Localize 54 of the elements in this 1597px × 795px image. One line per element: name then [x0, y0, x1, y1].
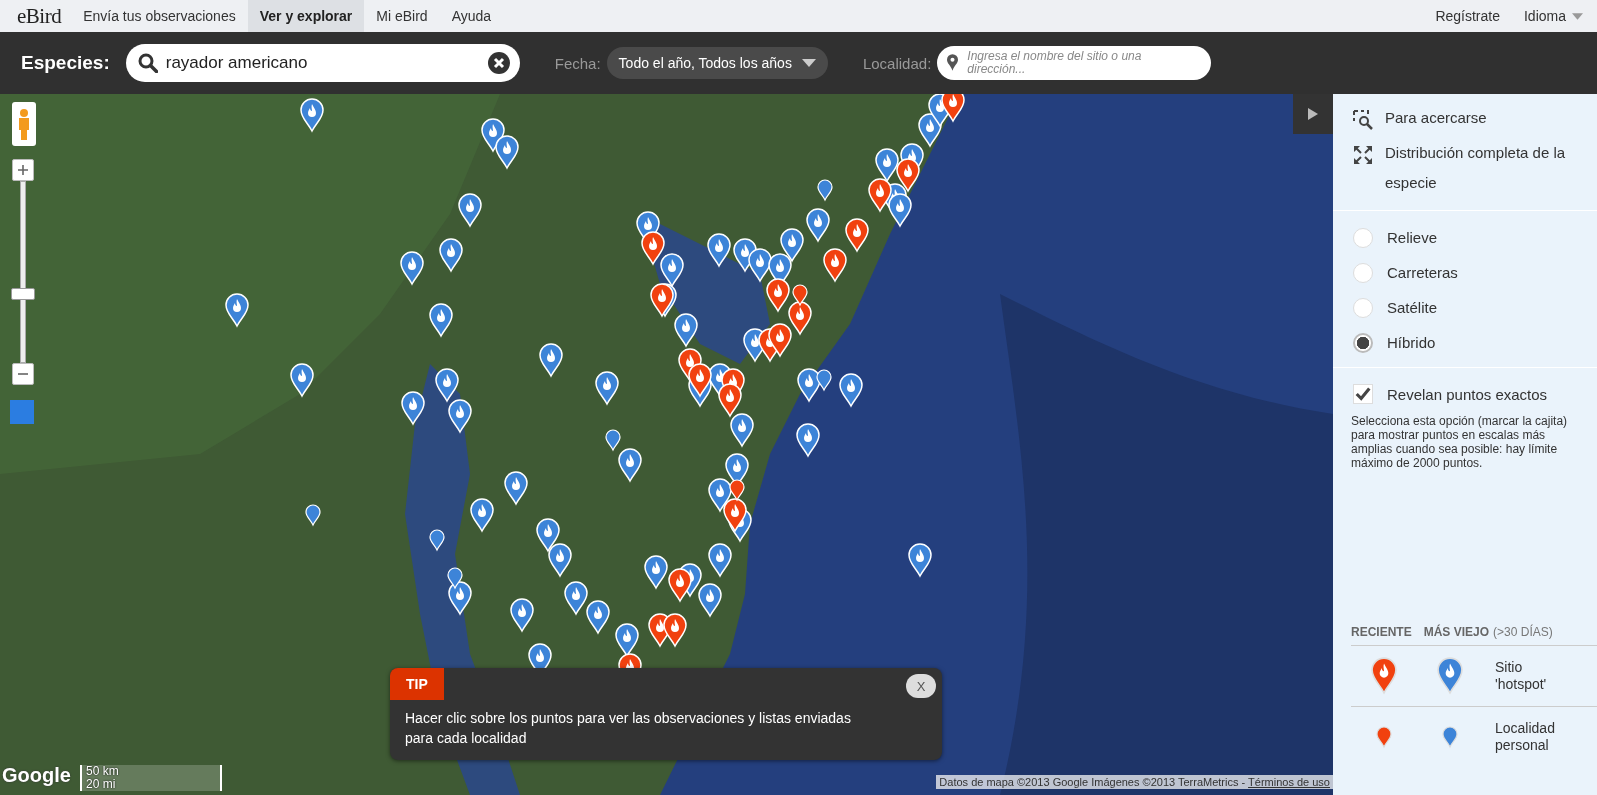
legend-heading: MÁS VIEJO: [1423, 625, 1490, 639]
tip-text: Hacer clic sobre los puntos para ver las observaciones y listas enviadas para cada localidad: [405, 709, 852, 748]
plus-icon: [18, 165, 28, 175]
scale-label: 20 mi: [86, 778, 117, 791]
tool-link[interactable]: Distribución completa de la especie: [1385, 138, 1567, 198]
language-dropdown[interactable]: Idioma: [1511, 0, 1597, 32]
date-dropdown[interactable]: Todo el año, Todos los años: [606, 47, 828, 79]
exact-points-option[interactable]: Revelan puntos exactos: [1353, 384, 1583, 404]
scale-label: 50 km: [86, 765, 120, 778]
older-hotspot-pin-icon: [1437, 656, 1463, 696]
map-type-option[interactable]: Relieve: [1353, 225, 1567, 250]
google-logo[interactable]: Google: [2, 764, 71, 787]
expand-icon[interactable]: [1353, 145, 1373, 165]
radio-button[interactable]: [1353, 332, 1373, 353]
map-attribution: Datos de mapa ©2013 Google Imágenes ©2013 TerraMetrics -: [939, 776, 1247, 788]
collapse-panel-button[interactable]: [1293, 94, 1333, 134]
checkbox[interactable]: [1353, 384, 1373, 404]
map-type-option[interactable]: Híbrido: [1353, 330, 1567, 355]
nav-tab[interactable]: Ayuda: [439, 0, 504, 32]
recent-location-pin-icon: [1376, 725, 1392, 749]
ebird-logo[interactable]: eBird: [0, 0, 72, 32]
zoom-area-icon[interactable]: [1353, 110, 1373, 130]
recent-hotspot-pin-icon: [1371, 656, 1397, 696]
register-link[interactable]: Regístrate: [1423, 0, 1512, 32]
older-location-pin-icon: [1442, 725, 1458, 749]
zoom-out-button[interactable]: [12, 363, 34, 385]
legend-note: (>30 DÍAS): [1493, 625, 1553, 639]
species-search-field[interactable]: rayador americano: [125, 44, 520, 82]
clear-icon[interactable]: [487, 52, 510, 74]
location-search-field[interactable]: Ingresa el nombre del sitio o una dirección...: [937, 46, 1212, 80]
legend-label: Localidad personal: [1495, 720, 1556, 754]
location-label: Localidad:: [862, 54, 932, 72]
date-label: Fecha:: [554, 54, 601, 72]
map-type-option[interactable]: Carreteras: [1353, 260, 1567, 285]
tool-link[interactable]: Para acercarse: [1385, 103, 1487, 133]
radio-button[interactable]: [1353, 262, 1373, 283]
nav-tab[interactable]: Mi eBird: [364, 0, 440, 32]
exact-points-description: Selecciona esta opción (marcar la cajita) para mostrar puntos en escalas más amplias cuando sea posible: hay límite máximo de 2000 puntos.: [1351, 414, 1569, 470]
terms-link[interactable]: Términos de uso: [1248, 776, 1330, 788]
caret-icon: [1572, 12, 1583, 20]
nav-tab[interactable]: Ver y explorar: [247, 0, 365, 32]
caret-icon: [801, 59, 816, 67]
legend-heading: RECIENTE: [1351, 625, 1412, 639]
play-icon: [1308, 108, 1318, 120]
nav-tab[interactable]: Envía tus observaciones: [71, 0, 248, 32]
zoom-in-button[interactable]: [12, 159, 34, 181]
close-button[interactable]: X: [906, 674, 936, 698]
species-label: Especies:: [21, 52, 110, 74]
legend-label: Sitio 'hotspot': [1495, 659, 1548, 693]
map-drawing[interactable]: [0, 94, 1333, 795]
radio-button[interactable]: [1353, 297, 1373, 318]
tip-badge: TIP: [390, 668, 444, 700]
radio-button[interactable]: [1353, 227, 1373, 248]
map-type-option[interactable]: Satélite: [1353, 295, 1567, 320]
